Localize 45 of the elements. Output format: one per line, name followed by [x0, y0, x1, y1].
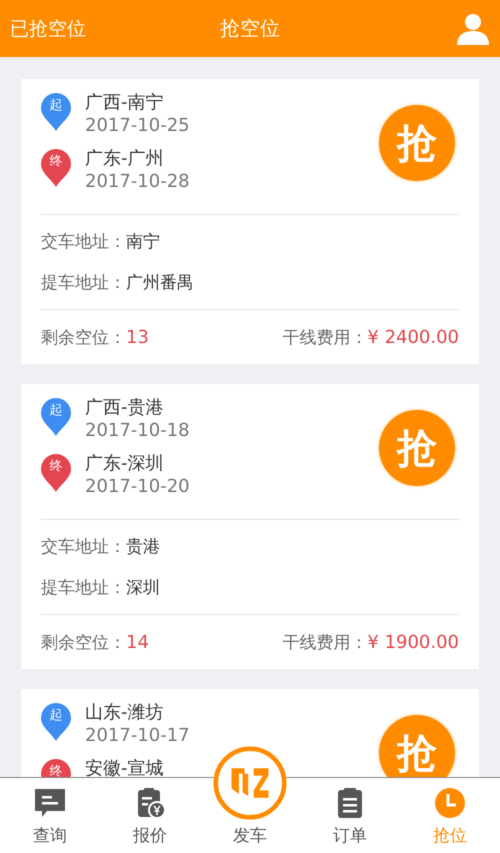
tab-item[interactable]: 抢位	[400, 778, 500, 853]
fee-value: ¥ 2400.00	[367, 326, 459, 348]
fee-label: 干线费用：	[282, 632, 368, 654]
tab-item[interactable]: 发车	[200, 746, 300, 853]
end-pin: 终	[41, 759, 71, 777]
address-label: 提车地址：	[41, 272, 126, 294]
address-label: 交车地址：	[41, 231, 126, 253]
start-pin: 起	[41, 93, 71, 131]
user-icon[interactable]	[456, 12, 490, 46]
end-pin: 终	[41, 454, 71, 492]
seats-label: 剩余空位：	[41, 326, 126, 348]
address-label: 交车地址：	[41, 536, 126, 558]
fee-value: ¥ 1900.00	[367, 632, 459, 652]
route-date: 2017-10-17	[85, 724, 190, 747]
route-place: 广西-南宁	[85, 91, 164, 114]
seats-value: 13	[126, 326, 149, 348]
route-place: 广东-深圳	[85, 452, 164, 475]
route-place: 广东-广州	[85, 147, 164, 170]
page-title: 抢空位	[220, 15, 280, 42]
tab-item[interactable]: 查询	[0, 778, 100, 853]
seats-label: 剩余空位：	[41, 632, 126, 654]
route-place: 广西-贵港	[85, 396, 164, 419]
clock-icon	[433, 786, 467, 820]
address-label: 提车地址：	[41, 577, 126, 599]
seats-value: 14	[126, 632, 149, 652]
end-pin: 终	[41, 149, 71, 187]
grabbed-seats-link[interactable]: 已抢空位	[10, 16, 86, 42]
route-date: 2017-10-20	[85, 475, 190, 498]
grab-button[interactable]: 抢	[379, 715, 455, 777]
address-value: 广州番禺	[126, 272, 194, 294]
route-date: 2017-10-28	[85, 170, 190, 193]
route-date: 2017-10-18	[85, 419, 190, 442]
tab-item[interactable]: 报价	[100, 778, 200, 853]
grab-button[interactable]: 抢	[379, 105, 455, 181]
route-date: 2017-10-25	[85, 114, 190, 137]
grab-button[interactable]: 抢	[379, 410, 455, 486]
route-place: 山东-潍坊	[85, 701, 164, 724]
route-place: 安徽-宣城	[85, 757, 164, 777]
fee-label: 干线费用：	[282, 326, 368, 348]
start-pin: 起	[41, 703, 71, 741]
address-value: 南宁	[126, 231, 160, 253]
address-value: 深圳	[126, 577, 160, 599]
address-value: 贵港	[126, 536, 160, 558]
start-pin: 起	[41, 398, 71, 436]
tab-item[interactable]: 订单	[300, 778, 400, 853]
